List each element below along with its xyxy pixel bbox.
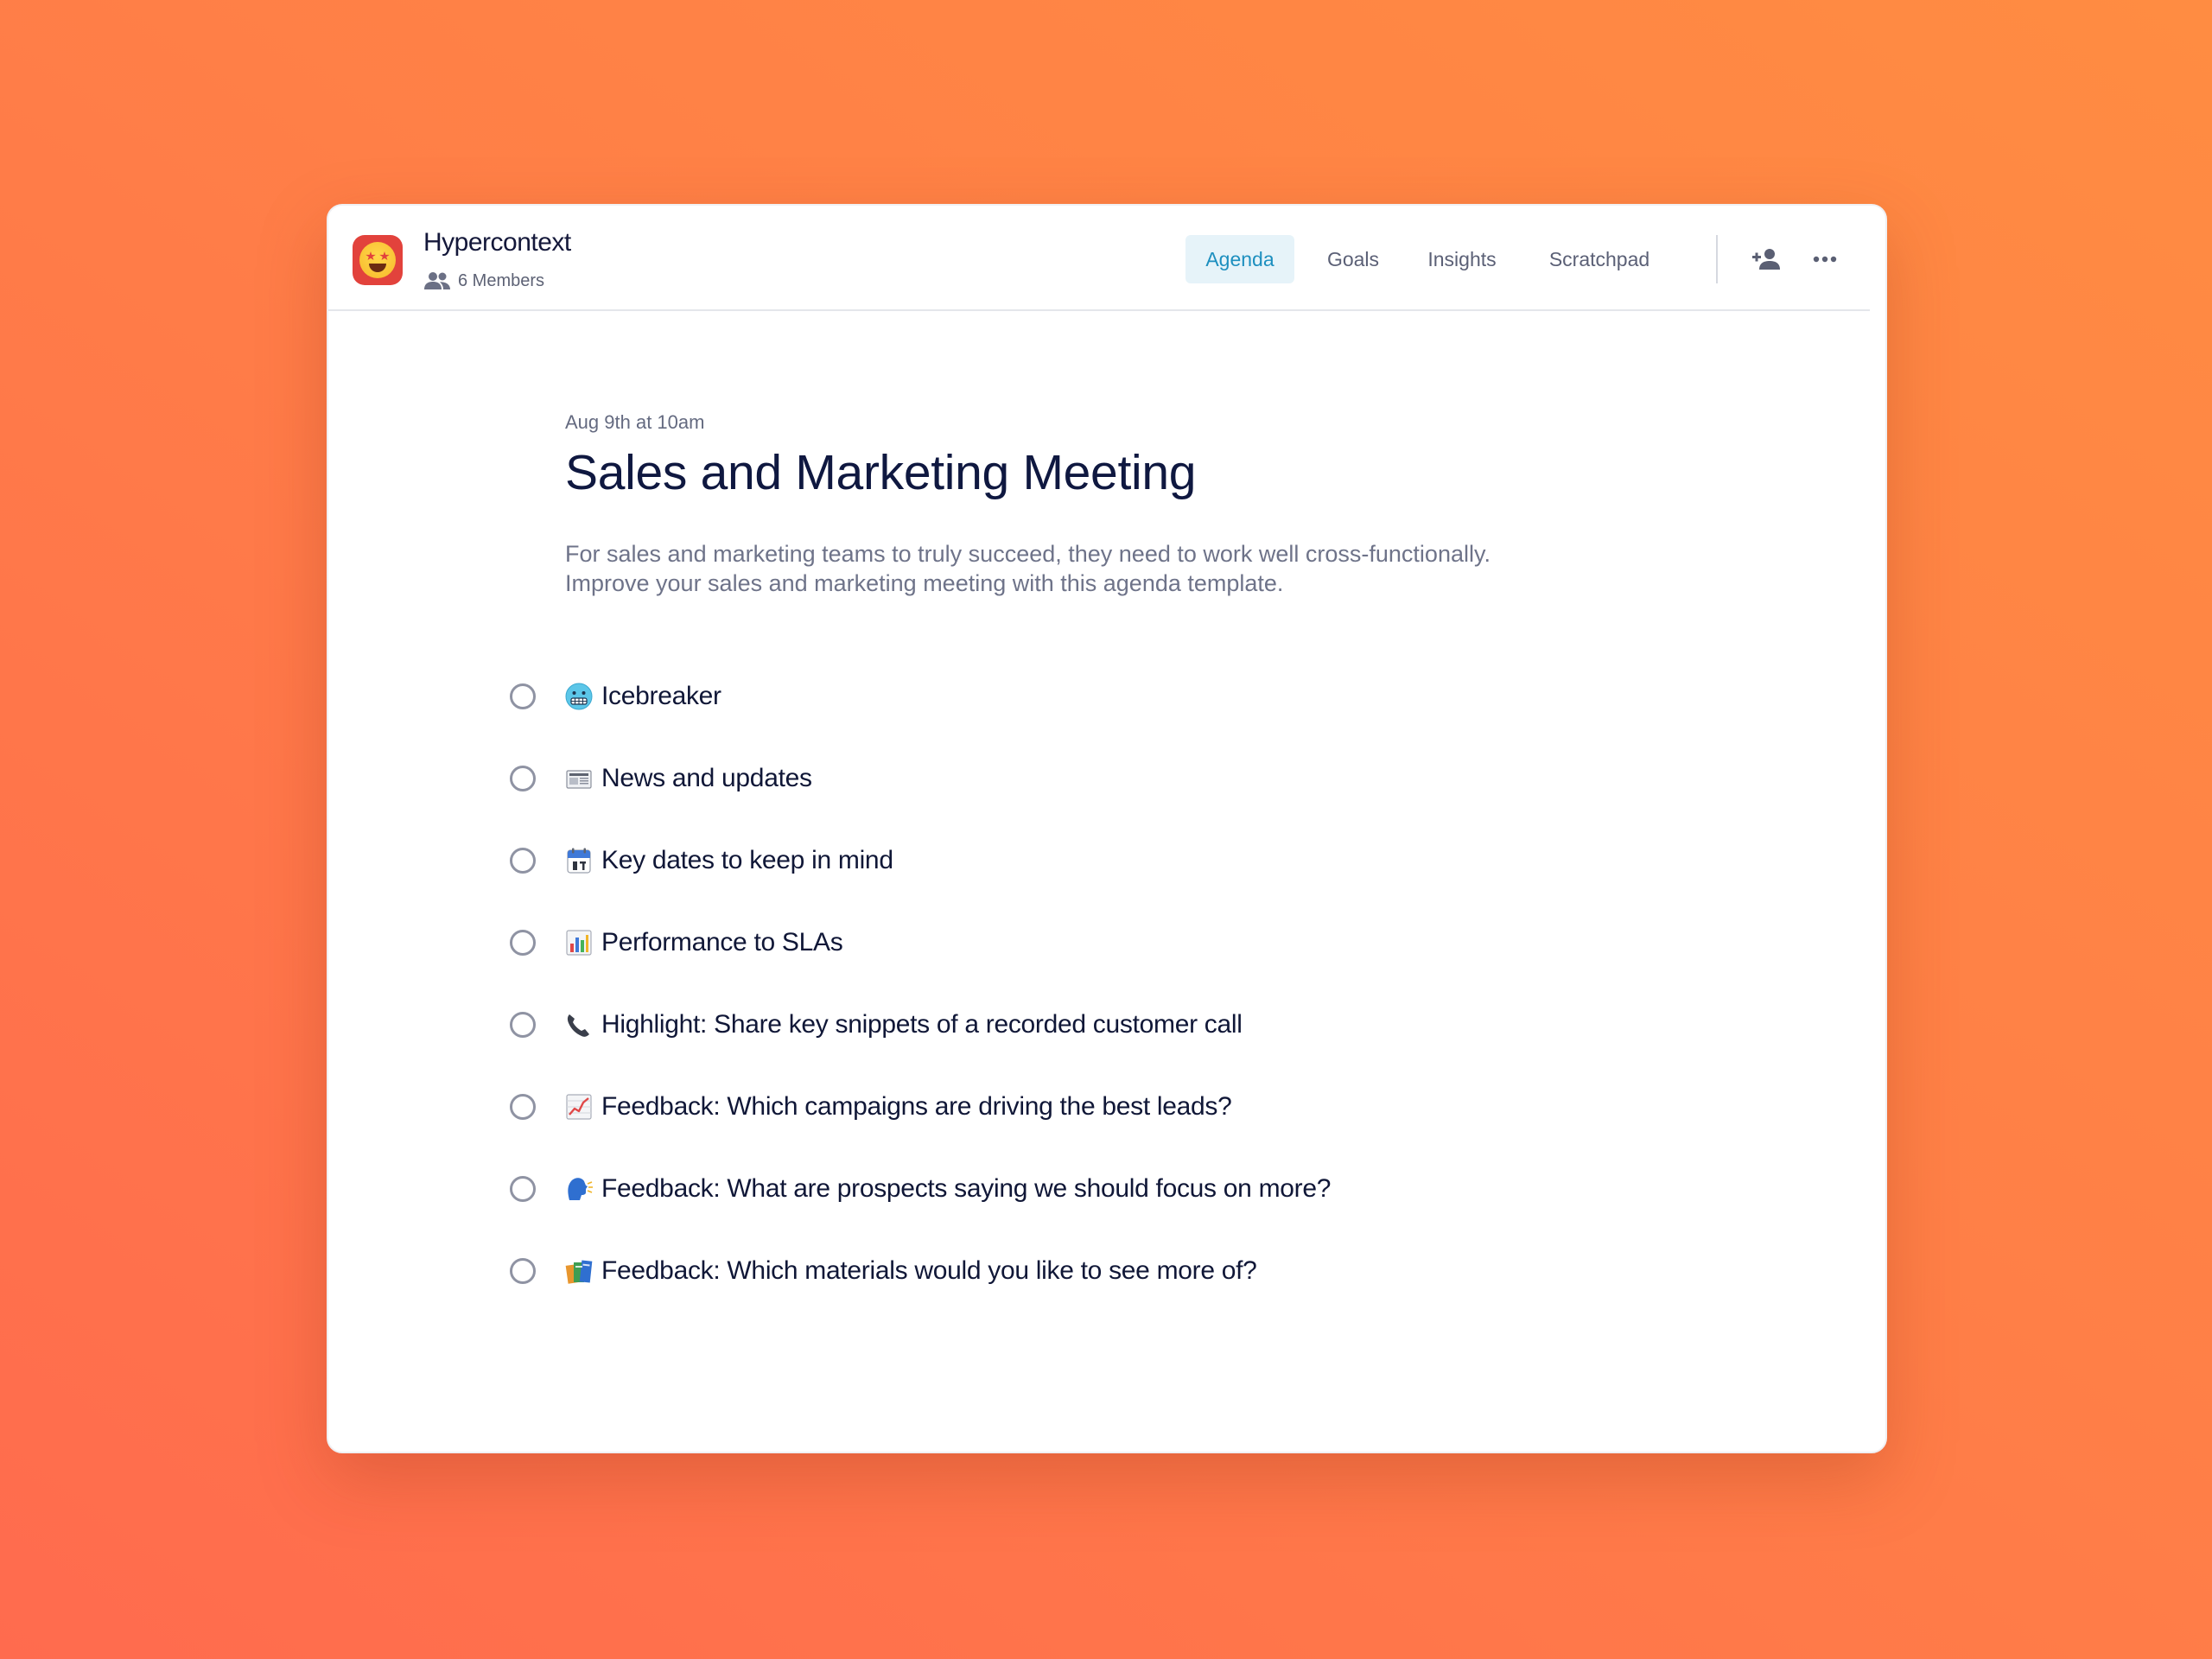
add-member-icon bbox=[1752, 249, 1780, 270]
agenda-item-checkbox[interactable] bbox=[510, 683, 536, 709]
agenda-item[interactable]: Feedback: Which campaigns are driving th… bbox=[510, 1081, 1232, 1133]
more-options-icon bbox=[1813, 256, 1837, 263]
calendar-emoji-icon bbox=[563, 845, 594, 876]
agenda-item-label: News and updates bbox=[601, 764, 812, 792]
bar-chart-emoji-icon bbox=[563, 927, 594, 958]
speaking-head-emoji-icon bbox=[563, 1173, 594, 1205]
workspace-name[interactable]: Hypercontext bbox=[423, 228, 571, 257]
agenda-item[interactable]: News and updates bbox=[510, 753, 812, 804]
books-emoji-icon bbox=[563, 1255, 594, 1287]
toolbar-divider bbox=[1716, 235, 1718, 283]
more-options-button[interactable] bbox=[1804, 238, 1846, 280]
tab-scratchpad[interactable]: Scratchpad bbox=[1536, 235, 1662, 283]
agenda-item-checkbox[interactable] bbox=[510, 1176, 536, 1202]
agenda-item-checkbox[interactable] bbox=[510, 1094, 536, 1120]
tab-insights[interactable]: Insights bbox=[1419, 235, 1505, 283]
add-member-button[interactable] bbox=[1745, 238, 1787, 280]
meeting-window: Hypercontext 6 Members Agenda Goals Insi… bbox=[327, 204, 1887, 1453]
star-struck-emoji-icon[interactable] bbox=[353, 235, 403, 285]
agenda-item[interactable]: Highlight: Share key snippets of a recor… bbox=[510, 999, 1243, 1051]
chart-increasing-emoji-icon bbox=[563, 1091, 594, 1122]
cold-face-emoji-icon bbox=[563, 681, 594, 712]
tab-goals[interactable]: Goals bbox=[1322, 235, 1384, 283]
top-bar: Hypercontext 6 Members Agenda Goals Insi… bbox=[328, 206, 1870, 311]
agenda-item-checkbox[interactable] bbox=[510, 1258, 536, 1284]
members-count[interactable]: 6 Members bbox=[423, 270, 544, 292]
people-icon bbox=[424, 272, 450, 289]
description-line-1: For sales and marketing teams to truly s… bbox=[565, 541, 1491, 567]
agenda-item[interactable]: Feedback: Which materials would you like… bbox=[510, 1245, 1257, 1297]
agenda-item-label: Feedback: Which materials would you like… bbox=[601, 1256, 1257, 1285]
telephone-emoji-icon bbox=[563, 1009, 594, 1040]
agenda-item-checkbox[interactable] bbox=[510, 930, 536, 956]
agenda-item[interactable]: Key dates to keep in mind bbox=[510, 835, 893, 887]
agenda-item-label: Performance to SLAs bbox=[601, 928, 843, 957]
agenda-item[interactable]: Feedback: What are prospects saying we s… bbox=[510, 1163, 1331, 1215]
description-line-2: Improve your sales and marketing meeting… bbox=[565, 570, 1284, 596]
agenda-item-checkbox[interactable] bbox=[510, 848, 536, 874]
agenda-item-label: Feedback: Which campaigns are driving th… bbox=[601, 1092, 1232, 1121]
members-label: 6 Members bbox=[458, 270, 545, 290]
agenda-item-label: Highlight: Share key snippets of a recor… bbox=[601, 1010, 1243, 1039]
agenda-item-checkbox[interactable] bbox=[510, 1012, 536, 1038]
agenda-item-label: Feedback: What are prospects saying we s… bbox=[601, 1174, 1332, 1203]
agenda-item-label: Key dates to keep in mind bbox=[601, 846, 893, 874]
tab-agenda[interactable]: Agenda bbox=[1185, 235, 1294, 283]
agenda-item-checkbox[interactable] bbox=[510, 766, 536, 791]
meeting-description[interactable]: For sales and marketing teams to truly s… bbox=[565, 539, 1602, 598]
agenda-item-label: Icebreaker bbox=[601, 682, 721, 710]
agenda-item[interactable]: Icebreaker bbox=[510, 671, 721, 722]
newspaper-emoji-icon bbox=[563, 763, 594, 794]
agenda-item[interactable]: Performance to SLAs bbox=[510, 917, 843, 969]
meeting-date: Aug 9th at 10am bbox=[565, 411, 705, 433]
meeting-title[interactable]: Sales and Marketing Meeting bbox=[565, 444, 1196, 501]
